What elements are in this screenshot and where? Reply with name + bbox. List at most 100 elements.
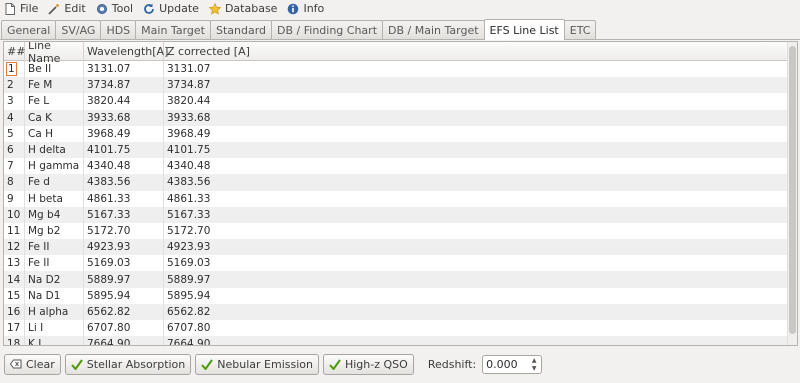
cell-index[interactable]: 10 (4, 206, 25, 223)
nebular-emission-button[interactable]: Nebular Emission (195, 353, 319, 375)
cell-z-corrected[interactable]: 5895.94 (164, 288, 787, 304)
cell-wavelength[interactable]: 4861.33 (84, 190, 164, 207)
column-header-z-corrected[interactable]: Z corrected [A] (164, 42, 787, 61)
cell-index[interactable]: 4 (4, 109, 25, 126)
cell-line-name[interactable]: Mg b4 (25, 206, 84, 223)
cell-wavelength[interactable]: 4340.48 (84, 158, 164, 175)
cell-wavelength[interactable]: 4383.56 (84, 174, 164, 191)
table-row[interactable]: 17 Li I 6707.80 6707.80 (4, 320, 787, 337)
table-row[interactable]: 4 Ca K 3933.68 3933.68 (4, 109, 787, 126)
cell-index[interactable]: 9 (4, 190, 25, 207)
tab-main-target[interactable]: Main Target (135, 20, 211, 39)
table-row[interactable]: 11 Mg b2 5172.70 5172.70 (4, 222, 787, 240)
cell-wavelength[interactable]: 5169.03 (84, 255, 164, 272)
table-row[interactable]: 2 Fe M 3734.87 3734.87 (4, 77, 787, 94)
cell-wavelength[interactable]: 6707.80 (84, 320, 164, 337)
cell-line-name[interactable]: H alpha (25, 303, 84, 320)
cell-wavelength[interactable]: 5895.94 (84, 287, 164, 304)
cell-z-corrected[interactable]: 3131.07 (164, 61, 787, 77)
cell-wavelength[interactable]: 5167.33 (84, 206, 164, 223)
tab-sv-ag[interactable]: SV/AG (55, 20, 102, 39)
cell-z-corrected[interactable]: 4923.93 (164, 239, 787, 255)
menu-file[interactable]: File (4, 2, 38, 15)
table-row[interactable]: 1 Be II 3131.07 3131.07 (4, 61, 787, 78)
table-row[interactable]: 3 Fe L 3820.44 3820.44 (4, 93, 787, 110)
high-z-qso-button[interactable]: High-z QSO (322, 353, 414, 375)
tab-efs-line-list[interactable]: EFS Line List (483, 19, 565, 40)
tab-db-main-target[interactable]: DB / Main Target (382, 20, 485, 39)
redshift-spinbox[interactable]: ▲ ▼ (482, 354, 543, 374)
cell-line-name[interactable]: Fe L (25, 93, 84, 110)
cell-line-name[interactable]: Li I (25, 320, 84, 337)
column-header-wavelength[interactable]: Wavelength[A] (84, 42, 168, 61)
table-row[interactable]: 9 H beta 4861.33 4861.33 (4, 190, 787, 207)
cell-line-name[interactable]: Na D2 (25, 271, 84, 288)
cell-z-corrected[interactable]: 5169.03 (164, 255, 787, 271)
cell-line-name[interactable]: H gamma (25, 158, 84, 175)
cell-line-name[interactable]: Fe M (25, 77, 84, 94)
cell-index[interactable]: 16 (4, 303, 25, 320)
column-header-line-name[interactable]: Line Name (25, 42, 84, 65)
cell-z-corrected[interactable]: 4861.33 (164, 191, 787, 207)
cell-z-corrected[interactable]: 4340.48 (164, 158, 787, 174)
cell-index[interactable]: 5 (4, 125, 25, 142)
cell-wavelength[interactable]: 3820.44 (84, 93, 164, 110)
cell-index[interactable]: 8 (4, 174, 25, 191)
cell-wavelength[interactable]: 4101.75 (84, 141, 164, 159)
menu-tool[interactable]: Tool (96, 2, 133, 15)
cell-wavelength[interactable]: 5889.97 (84, 271, 164, 288)
scrollbar-thumb[interactable] (789, 46, 796, 334)
cell-index[interactable]: 3 (4, 93, 25, 110)
cell-line-name[interactable]: Fe d (25, 174, 84, 191)
cell-z-corrected[interactable]: 4101.75 (164, 142, 787, 158)
menu-info[interactable]: Info (287, 2, 324, 15)
table-row[interactable]: 10 Mg b4 5167.33 5167.33 (4, 206, 787, 223)
tab-etc[interactable]: ETC (563, 20, 597, 39)
vertical-scrollbar[interactable] (787, 42, 797, 345)
tab-standard[interactable]: Standard (209, 20, 273, 39)
tab-hds[interactable]: HDS (100, 20, 137, 39)
column-header-index[interactable]: ## (4, 42, 25, 61)
cell-line-name[interactable]: K I (25, 336, 84, 345)
cell-index[interactable]: 15 (4, 287, 25, 304)
spin-down-icon[interactable]: ▼ (532, 365, 537, 372)
cell-line-name[interactable]: H beta (25, 190, 84, 207)
stellar-absorption-button[interactable]: Stellar Absorption (64, 353, 192, 375)
menu-update[interactable]: Update (143, 2, 199, 15)
tab-general[interactable]: General (1, 20, 57, 39)
menu-database[interactable]: Database (208, 2, 277, 15)
cell-index[interactable]: 2 (4, 77, 25, 94)
cell-index[interactable]: 17 (4, 320, 25, 337)
tab-db-finding-chart[interactable]: DB / Finding Chart (271, 20, 384, 39)
table-row[interactable]: 8 Fe d 4383.56 4383.56 (4, 174, 787, 191)
cell-index[interactable]: 6 (4, 141, 25, 159)
cell-wavelength[interactable]: 3968.49 (84, 125, 164, 142)
cell-line-name[interactable]: Fe II (25, 239, 84, 256)
table-row[interactable]: 5 Ca H 3968.49 3968.49 (4, 125, 787, 142)
cell-line-name[interactable]: Na D1 (25, 287, 84, 304)
menu-edit[interactable]: Edit (48, 2, 86, 15)
cell-wavelength[interactable]: 6562.82 (84, 303, 164, 320)
table-row[interactable]: 15 Na D1 5895.94 5895.94 (4, 287, 787, 304)
cell-z-corrected[interactable]: 3968.49 (164, 126, 787, 142)
cell-line-name[interactable]: Ca H (25, 125, 84, 142)
cell-wavelength[interactable]: 4923.93 (84, 239, 164, 256)
table-row[interactable]: 6 H delta 4101.75 4101.75 (4, 141, 787, 159)
spin-up-icon[interactable]: ▲ (532, 357, 537, 364)
redshift-input[interactable] (483, 356, 528, 372)
cell-index[interactable]: 18 (4, 336, 25, 345)
cell-index[interactable]: 13 (4, 255, 25, 272)
cell-z-corrected[interactable]: 7664.90 (164, 336, 787, 345)
cell-z-corrected[interactable]: 5172.70 (164, 223, 787, 239)
cell-z-corrected[interactable]: 3820.44 (164, 93, 787, 109)
clear-button[interactable]: Clear (4, 353, 61, 375)
cell-z-corrected[interactable]: 3933.68 (164, 110, 787, 126)
table-row[interactable]: 16 H alpha 6562.82 6562.82 (4, 303, 787, 320)
cell-line-name[interactable]: Mg b2 (25, 222, 84, 240)
cell-z-corrected[interactable]: 6562.82 (164, 304, 787, 320)
table-row[interactable]: 12 Fe II 4923.93 4923.93 (4, 239, 787, 256)
table-row[interactable]: 13 Fe II 5169.03 5169.03 (4, 255, 787, 272)
cell-line-name[interactable]: H delta (25, 141, 84, 159)
cell-line-name[interactable]: Be II (25, 61, 84, 78)
cell-wavelength[interactable]: 7664.90 (84, 336, 164, 345)
